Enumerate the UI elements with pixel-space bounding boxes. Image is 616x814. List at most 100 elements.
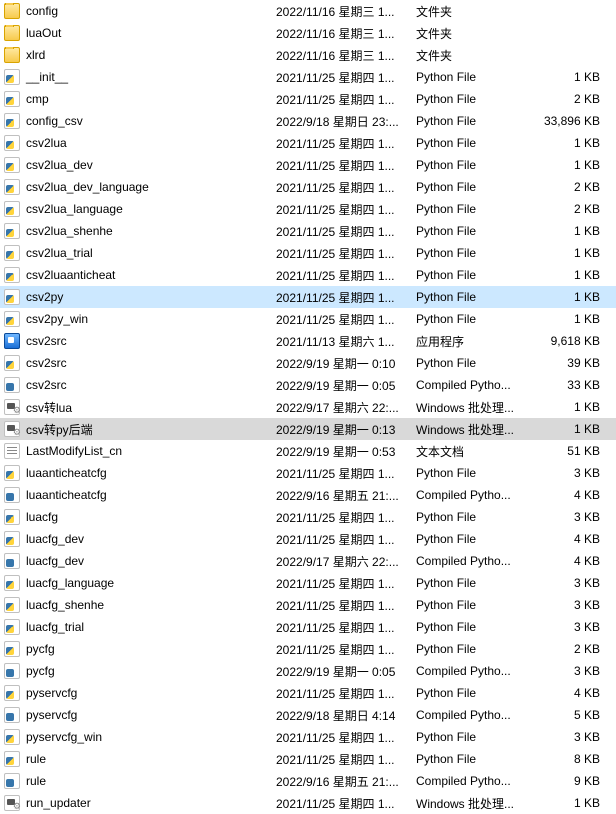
file-name-cell[interactable]: csv2lua_dev bbox=[4, 157, 276, 173]
file-row[interactable]: csv转py后端2022/9/19 星期一 0:13Windows 批处理...… bbox=[0, 418, 616, 440]
file-date-cell: 2022/11/16 星期三 1... bbox=[276, 3, 416, 20]
file-name-cell[interactable]: pycfg bbox=[4, 663, 276, 679]
file-row[interactable]: LastModifyList_cn2022/9/19 星期一 0:53文本文档5… bbox=[0, 440, 616, 462]
file-name-cell[interactable]: xlrd bbox=[4, 47, 276, 63]
file-row[interactable]: __init__2021/11/25 星期四 1...Python File1 … bbox=[0, 66, 616, 88]
file-name-cell[interactable]: luacfg_language bbox=[4, 575, 276, 591]
file-row[interactable]: pyservcfg2022/9/18 星期日 4:14Compiled Pyth… bbox=[0, 704, 616, 726]
file-row[interactable]: rule2021/11/25 星期四 1...Python File8 KB bbox=[0, 748, 616, 770]
file-row[interactable]: luaanticheatcfg2022/9/16 星期五 21:...Compi… bbox=[0, 484, 616, 506]
file-type-cell: Windows 批处理... bbox=[416, 399, 536, 416]
file-name-cell[interactable]: pyservcfg bbox=[4, 685, 276, 701]
file-name-cell[interactable]: pycfg bbox=[4, 641, 276, 657]
file-name-cell[interactable]: csv2src bbox=[4, 355, 276, 371]
file-row[interactable]: config_csv2022/9/18 星期日 23:...Python Fil… bbox=[0, 110, 616, 132]
file-name-cell[interactable]: luaanticheatcfg bbox=[4, 487, 276, 503]
file-size-cell: 9,618 KB bbox=[536, 334, 606, 348]
file-row[interactable]: luaanticheatcfg2021/11/25 星期四 1...Python… bbox=[0, 462, 616, 484]
file-row[interactable]: csv2src2022/9/19 星期一 0:05Compiled Pytho.… bbox=[0, 374, 616, 396]
file-name-label: luacfg_shenhe bbox=[26, 598, 104, 612]
file-row[interactable]: luacfg_dev2022/9/17 星期六 22:...Compiled P… bbox=[0, 550, 616, 572]
file-row[interactable]: csv2py2021/11/25 星期四 1...Python File1 KB bbox=[0, 286, 616, 308]
file-date-cell: 2021/11/25 星期四 1... bbox=[276, 619, 416, 636]
file-name-cell[interactable]: luacfg_trial bbox=[4, 619, 276, 635]
file-name-cell[interactable]: csv2lua_language bbox=[4, 201, 276, 217]
file-name-cell[interactable]: luaOut bbox=[4, 25, 276, 41]
file-name-cell[interactable]: luacfg_shenhe bbox=[4, 597, 276, 613]
file-name-cell[interactable]: csv2lua_trial bbox=[4, 245, 276, 261]
file-row[interactable]: csv2lua_language2021/11/25 星期四 1...Pytho… bbox=[0, 198, 616, 220]
file-date-cell: 2021/11/25 星期四 1... bbox=[276, 245, 416, 262]
file-row[interactable]: csv2src2022/9/19 星期一 0:10Python File39 K… bbox=[0, 352, 616, 374]
file-name-cell[interactable]: run_updater bbox=[4, 795, 276, 811]
file-name-cell[interactable]: luaanticheatcfg bbox=[4, 465, 276, 481]
file-date-cell: 2021/11/25 星期四 1... bbox=[276, 179, 416, 196]
file-name-label: luaOut bbox=[26, 26, 61, 40]
file-name-cell[interactable]: csv2py bbox=[4, 289, 276, 305]
file-size-cell: 1 KB bbox=[536, 136, 606, 150]
py-icon bbox=[4, 751, 20, 767]
file-row[interactable]: rule2022/9/16 星期五 21:...Compiled Pytho..… bbox=[0, 770, 616, 792]
file-row[interactable]: csv2lua_dev_language2021/11/25 星期四 1...P… bbox=[0, 176, 616, 198]
file-row[interactable]: pyservcfg_win2021/11/25 星期四 1...Python F… bbox=[0, 726, 616, 748]
file-name-cell[interactable]: csv转py后端 bbox=[4, 421, 276, 438]
file-row[interactable]: csv2lua_trial 2021/11/25 星期四 1...Python F… bbox=[0, 242, 616, 264]
file-type-cell: 应用程序 bbox=[416, 333, 536, 350]
file-name-cell[interactable]: config bbox=[4, 3, 276, 19]
file-type-cell: 文件夹 bbox=[416, 25, 536, 42]
file-type-cell: Python File bbox=[416, 246, 536, 260]
file-row[interactable]: csv转lua2022/9/17 星期六 22:...Windows 批处理..… bbox=[0, 396, 616, 418]
file-date-cell: 2021/11/25 星期四 1... bbox=[276, 289, 416, 306]
file-name-cell[interactable]: pyservcfg bbox=[4, 707, 276, 723]
file-row[interactable]: luacfg_shenhe2021/11/25 星期四 1...Python F… bbox=[0, 594, 616, 616]
file-name-cell[interactable]: csv转lua bbox=[4, 399, 276, 416]
file-row[interactable]: csv2lua_dev2021/11/25 星期四 1...Python Fil… bbox=[0, 154, 616, 176]
file-name-cell[interactable]: csv2src bbox=[4, 333, 276, 349]
file-name-label: csv2lua_trial bbox=[26, 246, 93, 260]
file-date-cell: 2022/9/19 星期一 0:53 bbox=[276, 443, 416, 460]
file-row[interactable]: luacfg2021/11/25 星期四 1...Python File3 KB bbox=[0, 506, 616, 528]
file-name-cell[interactable]: pyservcfg_win bbox=[4, 729, 276, 745]
file-name-cell[interactable]: luacfg_dev bbox=[4, 531, 276, 547]
file-row[interactable]: luacfg_dev2021/11/25 星期四 1...Python File… bbox=[0, 528, 616, 550]
file-row[interactable]: cmp2021/11/25 星期四 1...Python File2 KB bbox=[0, 88, 616, 110]
file-date-cell: 2021/11/25 星期四 1... bbox=[276, 311, 416, 328]
file-row[interactable]: csv2lua_shenhe2021/11/25 星期四 1...Python … bbox=[0, 220, 616, 242]
file-type-cell: Python File bbox=[416, 752, 536, 766]
file-name-cell[interactable]: __init__ bbox=[4, 69, 276, 85]
file-row[interactable]: run_updater2021/11/25 星期四 1...Windows 批处… bbox=[0, 792, 616, 814]
file-name-cell[interactable]: luacfg_dev bbox=[4, 553, 276, 569]
file-name-cell[interactable]: csv2lua bbox=[4, 135, 276, 151]
file-name-cell[interactable]: rule bbox=[4, 751, 276, 767]
file-type-cell: Python File bbox=[416, 70, 536, 84]
file-row[interactable]: pycfg2022/9/19 星期一 0:05Compiled Pytho...… bbox=[0, 660, 616, 682]
file-row[interactable]: pyservcfg2021/11/25 星期四 1...Python File4… bbox=[0, 682, 616, 704]
file-name-cell[interactable]: csv2luaanticheat bbox=[4, 267, 276, 283]
file-name-cell[interactable]: cmp bbox=[4, 91, 276, 107]
file-row[interactable]: csv2luaanticheat2021/11/25 星期四 1...Pytho… bbox=[0, 264, 616, 286]
file-row[interactable]: config2022/11/16 星期三 1...文件夹 bbox=[0, 0, 616, 22]
py-icon bbox=[4, 223, 20, 239]
file-name-cell[interactable]: config_csv bbox=[4, 113, 276, 129]
file-row[interactable]: luacfg_language2021/11/25 星期四 1...Python… bbox=[0, 572, 616, 594]
file-name-cell[interactable]: csv2lua_shenhe bbox=[4, 223, 276, 239]
file-name-cell[interactable]: csv2lua_dev_language bbox=[4, 179, 276, 195]
py-icon bbox=[4, 91, 20, 107]
file-row[interactable]: pycfg2021/11/25 星期四 1...Python File2 KB bbox=[0, 638, 616, 660]
file-date-cell: 2022/9/19 星期一 0:10 bbox=[276, 355, 416, 372]
file-name-cell[interactable]: luacfg bbox=[4, 509, 276, 525]
file-name-label: csv2lua_shenhe bbox=[26, 224, 113, 238]
file-size-cell: 4 KB bbox=[536, 554, 606, 568]
file-row[interactable]: xlrd2022/11/16 星期三 1...文件夹 bbox=[0, 44, 616, 66]
file-size-cell: 4 KB bbox=[536, 532, 606, 546]
file-row[interactable]: luacfg_trial2021/11/25 星期四 1...Python Fi… bbox=[0, 616, 616, 638]
file-name-cell[interactable]: rule bbox=[4, 773, 276, 789]
file-row[interactable]: csv2py_win2021/11/25 星期四 1...Python File… bbox=[0, 308, 616, 330]
file-name-cell[interactable]: csv2src bbox=[4, 377, 276, 393]
file-name-cell[interactable]: csv2py_win bbox=[4, 311, 276, 327]
bat-icon bbox=[4, 421, 20, 437]
file-name-cell[interactable]: LastModifyList_cn bbox=[4, 443, 276, 459]
file-row[interactable]: csv2lua2021/11/25 星期四 1...Python File1 K… bbox=[0, 132, 616, 154]
file-row[interactable]: luaOut2022/11/16 星期三 1...文件夹 bbox=[0, 22, 616, 44]
file-row[interactable]: csv2src2021/11/13 星期六 1...应用程序9,618 KB bbox=[0, 330, 616, 352]
